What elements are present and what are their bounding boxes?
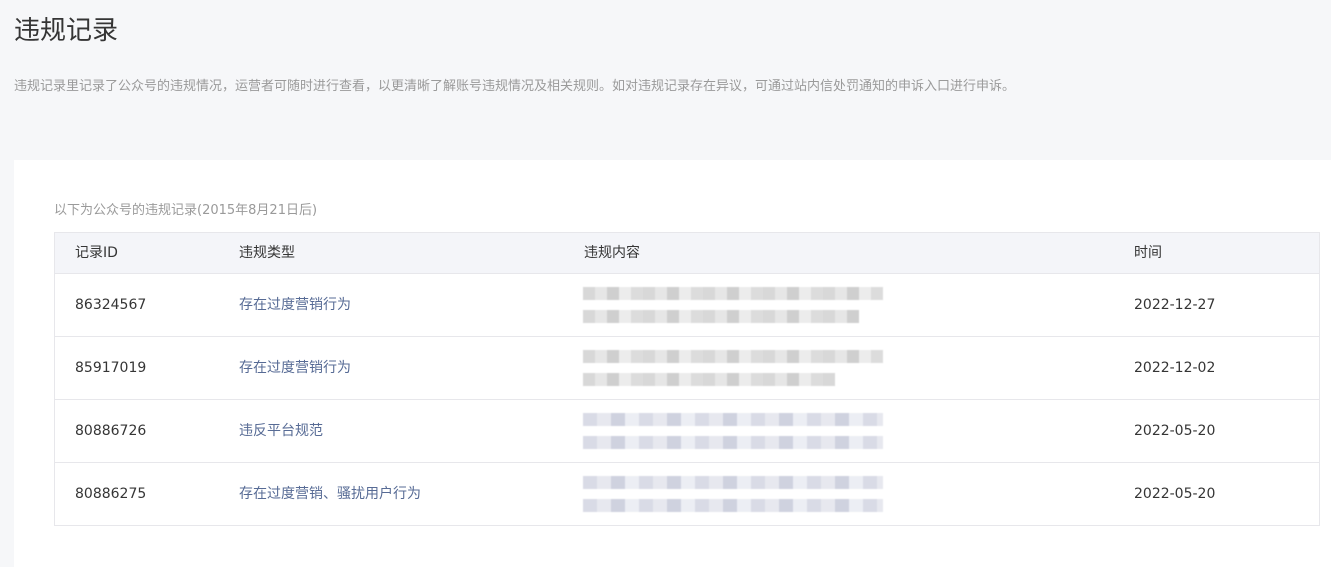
record-id: 86324567 <box>75 297 147 313</box>
redacted-content <box>583 476 883 514</box>
violation-type-link[interactable]: 存在过度营销、骚扰用户行为 <box>239 463 421 525</box>
table-row: 86324567 存在过度营销行为 2022-12-27 <box>55 274 1319 337</box>
column-header-type: 违规类型 <box>239 245 295 261</box>
record-time: 2022-05-20 <box>1134 423 1216 439</box>
violation-type-link[interactable]: 违反平台规范 <box>239 400 323 462</box>
record-time: 2022-12-27 <box>1134 297 1216 313</box>
violation-type-link[interactable]: 存在过度营销行为 <box>239 337 351 399</box>
page-description: 违规记录里记录了公众号的违规情况，运营者可随时进行查看，以更清晰了解账号违规情况… <box>14 79 1016 94</box>
column-header-content: 违规内容 <box>584 245 640 261</box>
violation-type-link[interactable]: 存在过度营销行为 <box>239 274 351 336</box>
record-id: 80886726 <box>75 423 147 439</box>
record-id: 80886275 <box>75 486 147 502</box>
record-time: 2022-05-20 <box>1134 486 1216 502</box>
table-header: 记录ID 违规类型 违规内容 时间 <box>55 233 1319 274</box>
violation-table: 记录ID 违规类型 违规内容 时间 86324567 存在过度营销行为 2022… <box>54 232 1320 526</box>
redacted-content <box>583 350 883 388</box>
table-row: 80886275 存在过度营销、骚扰用户行为 2022-05-20 <box>55 463 1319 525</box>
record-time: 2022-12-02 <box>1134 360 1216 376</box>
records-caption: 以下为公众号的违规记录(2015年8月21日后) <box>54 203 318 218</box>
redacted-content <box>583 413 883 451</box>
table-row: 85917019 存在过度营销行为 2022-12-02 <box>55 337 1319 400</box>
page-title: 违规记录 <box>14 16 119 46</box>
table-row: 80886726 违反平台规范 2022-05-20 <box>55 400 1319 463</box>
records-card: 以下为公众号的违规记录(2015年8月21日后) 记录ID 违规类型 违规内容 … <box>14 160 1331 567</box>
column-header-time: 时间 <box>1134 245 1162 261</box>
redacted-content <box>583 287 883 325</box>
record-id: 85917019 <box>75 360 147 376</box>
column-header-id: 记录ID <box>75 245 118 261</box>
